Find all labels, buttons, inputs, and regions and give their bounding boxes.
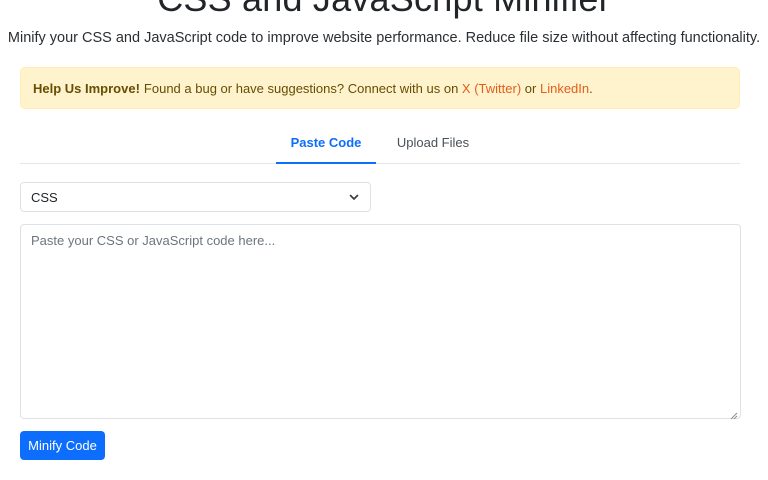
feedback-alert: Help Us Improve! Found a bug or have sug… — [20, 67, 740, 109]
input-mode-tabs: Paste Code Upload Files — [20, 124, 740, 164]
twitter-link[interactable]: X (Twitter) — [462, 81, 521, 96]
minify-code-button[interactable]: Minify Code — [20, 431, 105, 460]
alert-text: Found a bug or have suggestions? Connect… — [143, 80, 459, 96]
page-subtitle: Minify your CSS and JavaScript code to i… — [7, 30, 761, 46]
alert-or-text: or — [524, 80, 537, 96]
resize-grip-icon[interactable] — [730, 408, 738, 420]
alert-heading: Help Us Improve! — [33, 80, 140, 96]
language-select[interactable]: CSS — [20, 182, 371, 212]
page-title: CSS and JavaScript Minifier — [0, 0, 768, 20]
code-input[interactable]: Paste your CSS or JavaScript code here..… — [20, 224, 741, 420]
code-input-placeholder: Paste your CSS or JavaScript code here..… — [31, 233, 276, 248]
linkedin-link[interactable]: LinkedIn — [540, 81, 589, 96]
language-select-value: CSS — [31, 189, 58, 205]
alert-period: . — [589, 80, 593, 96]
tab-upload-files[interactable]: Upload Files — [384, 124, 482, 164]
tab-paste-code[interactable]: Paste Code — [276, 124, 376, 164]
chevron-down-icon — [348, 191, 360, 203]
